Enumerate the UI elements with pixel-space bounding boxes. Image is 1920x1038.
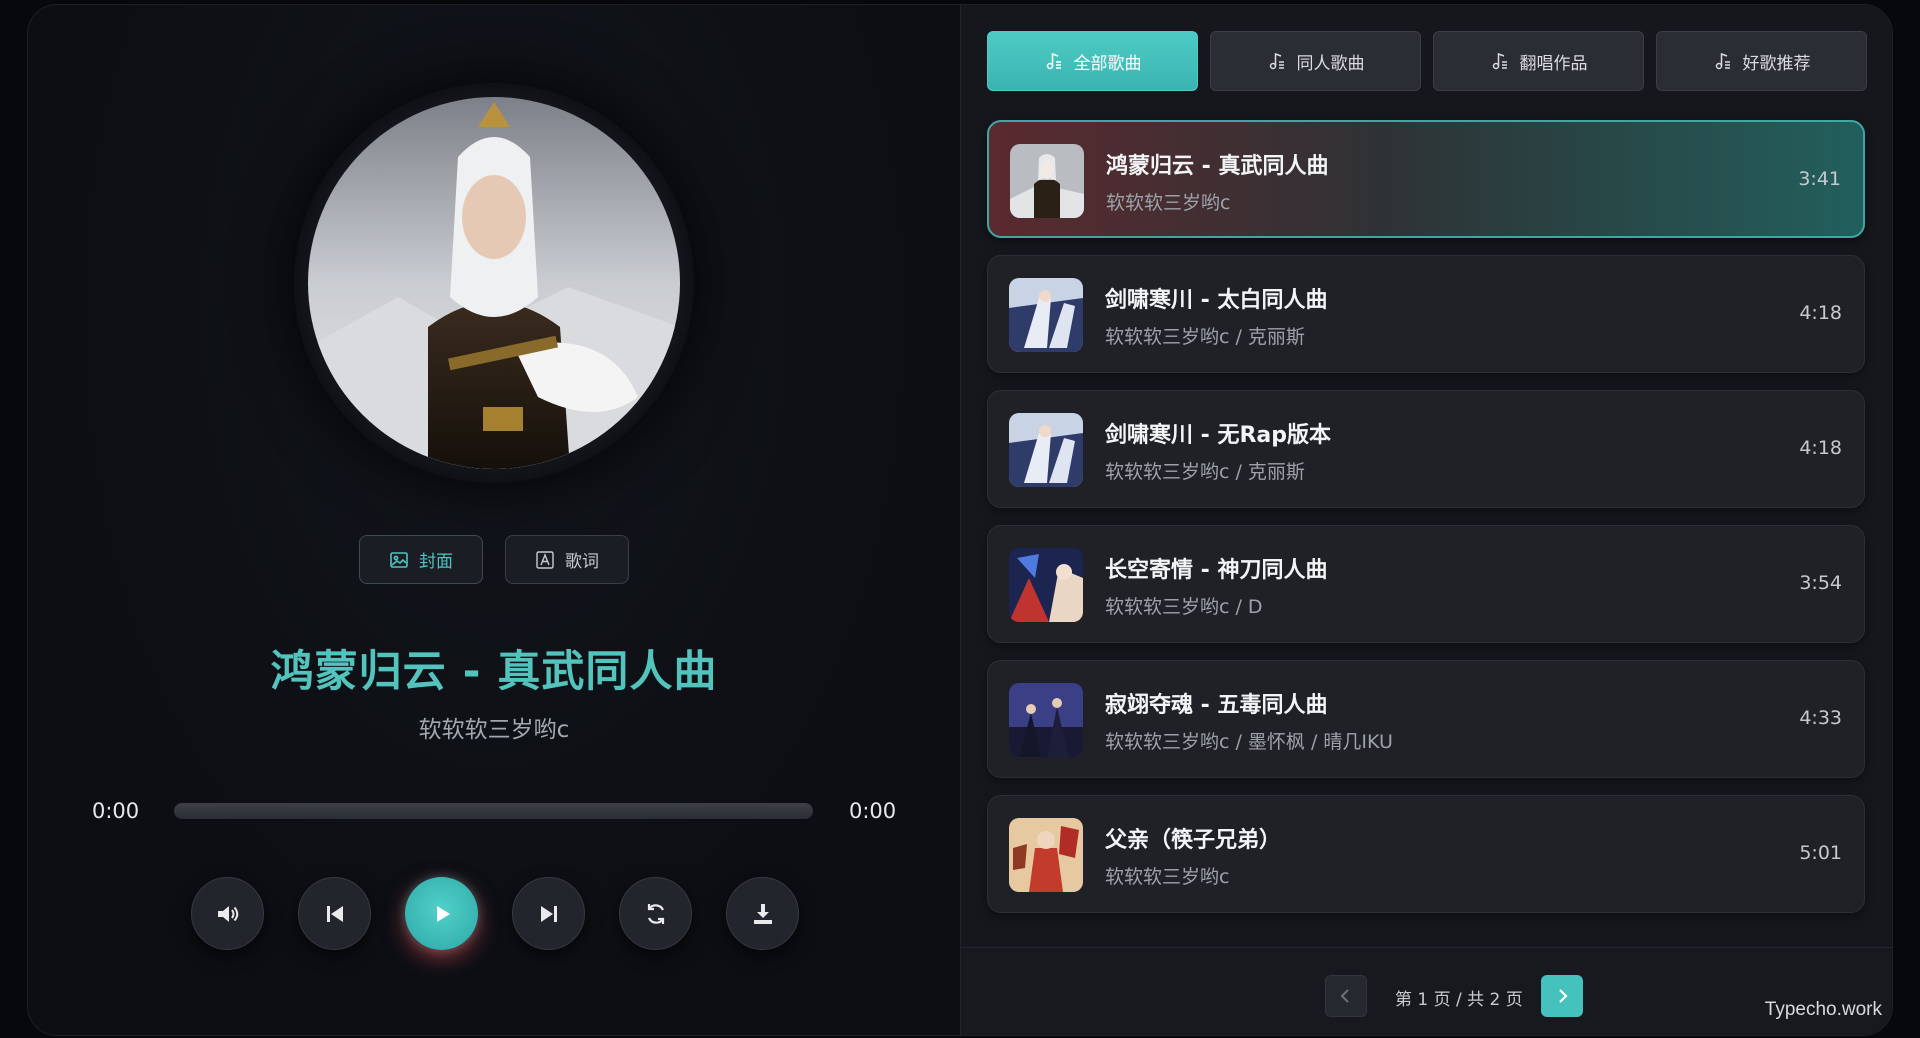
tab-label: 翻唱作品	[1519, 53, 1588, 74]
song-item[interactable]: 父亲（筷子兄弟） 软软软三岁哟c 5:01	[987, 795, 1865, 913]
play-icon	[436, 905, 450, 922]
tab-label: 同人歌曲	[1296, 53, 1365, 74]
next-page-button[interactable]	[1541, 975, 1583, 1017]
song-title: 父亲（筷子兄弟）	[1105, 828, 1282, 853]
song-artist: 软软软三岁哟c / 墨怀枫 / 晴几IKU	[1105, 731, 1393, 753]
chevron-left-icon	[1340, 989, 1349, 1003]
song-artist: 软软软三岁哟c / 克丽斯	[1105, 326, 1305, 348]
previous-page-button[interactable]	[1325, 975, 1367, 1017]
song-thumbnail	[1009, 548, 1083, 622]
song-title: 寂翊夺魂 - 五毒同人曲	[1105, 693, 1328, 718]
song-title: 长空寄情 - 神刀同人曲	[1105, 558, 1328, 583]
tab-all-songs[interactable]: 全部歌曲	[987, 31, 1198, 91]
tab-fan-songs[interactable]: 同人歌曲	[1210, 31, 1421, 91]
now-playing-artist: 软软软三岁哟c	[418, 717, 570, 743]
song-artist: 软软软三岁哟c	[1106, 192, 1231, 214]
song-title: 鸿蒙归云 - 真武同人曲	[1106, 154, 1329, 179]
song-item[interactable]: 鸿蒙归云 - 真武同人曲 软软软三岁哟c 3:41	[987, 120, 1865, 238]
song-thumbnail	[1009, 413, 1083, 487]
tab-label: 全部歌曲	[1073, 53, 1142, 74]
song-artist: 软软软三岁哟c / 克丽斯	[1105, 461, 1305, 483]
song-duration: 4:33	[1799, 707, 1842, 729]
tab-covers[interactable]: 翻唱作品	[1433, 31, 1644, 91]
music-player-app: 封面 歌词 鸿蒙归云 - 真武同人曲 软软软三岁哟c 0:00 0:00 全部歌…	[27, 4, 1893, 1036]
cover-view-button[interactable]: 封面	[359, 535, 483, 584]
watermark: Typecho.work	[1764, 999, 1882, 1020]
song-artist: 软软软三岁哟c	[1105, 866, 1230, 888]
repeat-icon	[647, 903, 664, 924]
song-item[interactable]: 剑啸寒川 - 太白同人曲 软软软三岁哟c / 克丽斯 4:18	[987, 255, 1865, 373]
current-time: 0:00	[92, 799, 140, 823]
album-cover	[308, 97, 680, 469]
tab-recommended[interactable]: 好歌推荐	[1656, 31, 1867, 91]
volume-button[interactable]	[191, 877, 264, 950]
download-button[interactable]	[726, 877, 799, 950]
song-list: 鸿蒙归云 - 真武同人曲 软软软三岁哟c 3:41 剑啸寒川 - 太白同人曲 软…	[987, 120, 1865, 913]
playlist-panel: 全部歌曲 同人歌曲 翻唱作品 好歌推荐 鸿蒙归云 - 真武同人曲 软软软三岁哟c…	[960, 5, 1892, 1035]
music-note-icon	[1492, 52, 1507, 70]
song-thumbnail	[1009, 818, 1083, 892]
previous-button[interactable]	[298, 877, 371, 950]
music-note-icon	[1046, 52, 1061, 70]
next-button[interactable]	[512, 877, 585, 950]
song-thumbnail	[1009, 683, 1083, 757]
music-note-icon	[1269, 52, 1284, 70]
volume-icon	[217, 905, 238, 922]
lyrics-view-button[interactable]: 歌词	[505, 535, 629, 584]
now-playing-title: 鸿蒙归云 - 真武同人曲	[270, 647, 718, 697]
music-note-icon	[1715, 52, 1730, 70]
playback-controls	[191, 877, 799, 950]
cover-view-label: 封面	[419, 552, 453, 572]
song-item[interactable]: 寂翊夺魂 - 五毒同人曲 软软软三岁哟c / 墨怀枫 / 晴几IKU 4:33	[987, 660, 1865, 778]
song-duration: 4:18	[1799, 437, 1842, 459]
song-title: 剑啸寒川 - 太白同人曲	[1105, 288, 1328, 313]
image-icon	[390, 551, 408, 568]
song-thumbnail	[1010, 144, 1084, 218]
view-toggle-group: 封面 歌词	[359, 535, 629, 584]
download-icon	[753, 903, 772, 924]
chevron-right-icon	[1559, 989, 1568, 1003]
tab-label: 好歌推荐	[1742, 53, 1811, 74]
total-time: 0:00	[849, 799, 897, 823]
song-item[interactable]: 剑啸寒川 - 无Rap版本 软软软三岁哟c / 克丽斯 4:18	[987, 390, 1865, 508]
song-duration: 5:01	[1799, 842, 1842, 864]
play-button[interactable]	[405, 877, 478, 950]
song-thumbnail	[1009, 278, 1083, 352]
repeat-button[interactable]	[619, 877, 692, 950]
song-title: 剑啸寒川 - 无Rap版本	[1105, 423, 1331, 448]
song-item[interactable]: 长空寄情 - 神刀同人曲 软软软三岁哟c / D 3:54	[987, 525, 1865, 643]
progress-bar[interactable]	[174, 803, 813, 819]
lyrics-icon	[536, 550, 554, 569]
song-duration: 4:18	[1799, 302, 1842, 324]
song-artist: 软软软三岁哟c / D	[1105, 596, 1263, 618]
previous-icon	[326, 905, 343, 922]
page-indicator: 第 1 页 / 共 2 页	[1395, 990, 1523, 1010]
now-playing-panel: 封面 歌词 鸿蒙归云 - 真武同人曲 软软软三岁哟c 0:00 0:00	[28, 5, 960, 1035]
category-tabs: 全部歌曲 同人歌曲 翻唱作品 好歌推荐	[987, 31, 1867, 91]
lyrics-view-label: 歌词	[565, 552, 599, 572]
next-icon	[540, 905, 557, 922]
song-duration: 3:54	[1799, 572, 1842, 594]
pagination: 第 1 页 / 共 2 页	[961, 947, 1892, 1035]
song-duration: 3:41	[1798, 168, 1841, 190]
